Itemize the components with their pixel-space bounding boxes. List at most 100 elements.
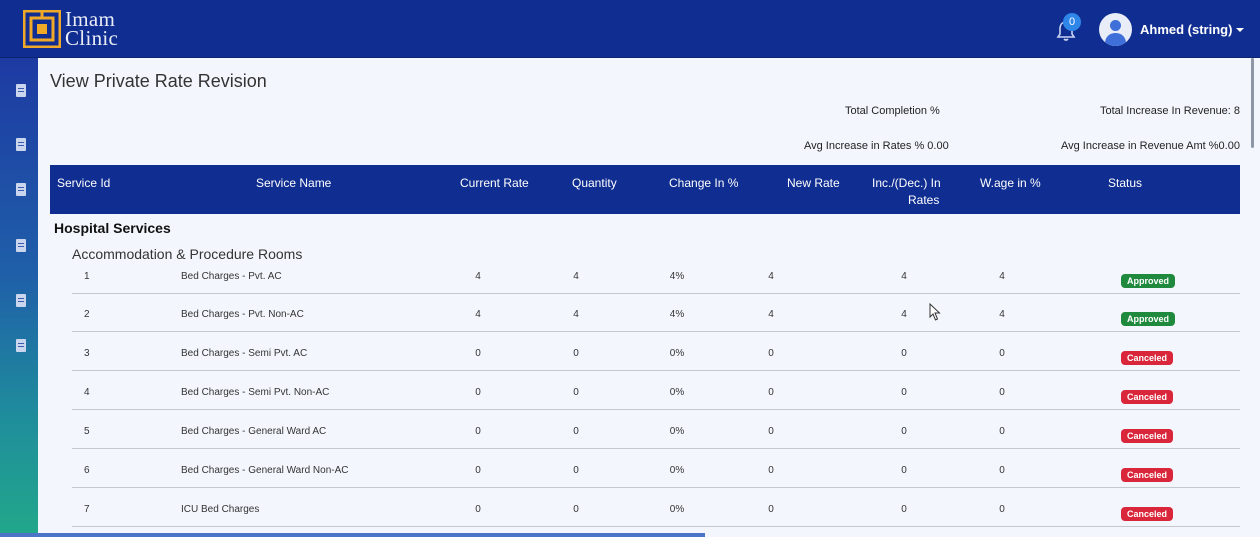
clinic-logo[interactable]: Imam Clinic xyxy=(23,9,119,50)
cell-current-rate: 4 xyxy=(475,309,481,320)
status-badge: Approved xyxy=(1121,274,1176,288)
status-badge: Canceled xyxy=(1121,429,1174,443)
cell-service-id: 3 xyxy=(84,348,90,359)
cell-new-rate: 0 xyxy=(768,348,774,359)
cell-new-rate: 0 xyxy=(768,426,774,437)
bottom-progress-line xyxy=(0,533,705,537)
mouse-cursor-icon xyxy=(929,303,941,321)
cell-new-rate: 4 xyxy=(768,271,774,282)
header-change-percent: Change In % xyxy=(669,176,739,190)
cell-wage: 4 xyxy=(999,309,1005,320)
cell-service-id: 1 xyxy=(84,271,90,282)
header-inc-dec: Inc./(Dec.) In xyxy=(872,176,941,190)
cell-service-name: Bed Charges - Pvt. Non-AC xyxy=(181,309,304,320)
cell-inc-dec: 4 xyxy=(901,309,907,320)
cell-inc-dec: 0 xyxy=(901,426,907,437)
cell-change-percent: 0% xyxy=(669,348,685,359)
status-badge: Approved xyxy=(1121,312,1176,326)
cell-quantity: 0 xyxy=(573,387,579,398)
cell-current-rate: 0 xyxy=(475,465,481,476)
cell-service-id: 6 xyxy=(84,465,90,476)
total-increase-revenue-label: Total Increase In Revenue: 8 xyxy=(1100,105,1241,117)
cell-change-percent: 0% xyxy=(669,426,685,437)
cell-change-percent: 4% xyxy=(669,309,685,320)
header-quantity: Quantity xyxy=(572,176,617,190)
status-badge: Canceled xyxy=(1121,351,1174,365)
cell-service-name: Bed Charges - Pvt. AC xyxy=(181,271,282,282)
cell-service-id: 2 xyxy=(84,309,90,320)
cell-service-id: 7 xyxy=(84,504,90,515)
status-badge: Canceled xyxy=(1121,507,1174,521)
avg-increase-rates-label: Avg Increase in Rates % 0.00 xyxy=(804,140,949,152)
scrollbar[interactable] xyxy=(1251,58,1254,148)
cell-change-percent: 0% xyxy=(669,465,685,476)
table-row[interactable]: 5 Bed Charges - General Ward AC 0 0 0% 0 0 0 Can… xyxy=(72,410,1240,449)
avg-increase-revenue-label: Avg Increase in Revenue Amt %0.00 xyxy=(1061,140,1240,152)
table-row[interactable]: 2 Bed Charges - Pvt. Non-AC 4 4 4% 4 4 4 Approve… xyxy=(72,293,1240,332)
cell-quantity: 0 xyxy=(573,465,579,476)
cell-service-name: Bed Charges - Semi Pvt. Non-AC xyxy=(181,387,330,398)
cell-new-rate: 0 xyxy=(768,465,774,476)
avatar xyxy=(1099,13,1132,46)
header-wage: W.age in % xyxy=(980,176,1041,190)
cell-quantity: 0 xyxy=(573,504,579,515)
cell-change-percent: 0% xyxy=(669,504,685,515)
document-icon[interactable] xyxy=(16,138,26,151)
total-completion-label: Total Completion % xyxy=(845,105,940,117)
cell-service-name: ICU Bed Charges xyxy=(181,504,260,515)
cell-quantity: 4 xyxy=(573,309,579,320)
brand-line-2: Clinic xyxy=(65,26,119,50)
document-icon[interactable] xyxy=(16,84,26,97)
cell-quantity: 0 xyxy=(573,426,579,437)
cell-service-id: 5 xyxy=(84,426,90,437)
cell-new-rate: 4 xyxy=(768,309,774,320)
cell-wage: 0 xyxy=(999,426,1005,437)
table-row[interactable]: 4 Bed Charges - Semi Pvt. Non-AC 0 0 0% 0 0 0 Ca… xyxy=(72,371,1240,410)
cell-inc-dec: 0 xyxy=(901,465,907,476)
cell-current-rate: 4 xyxy=(475,271,481,282)
table-row[interactable]: 6 Bed Charges - General Ward Non-AC 0 0 0% 0 0… xyxy=(72,449,1240,488)
header-service-name: Service Name xyxy=(256,176,332,190)
user-name: Ahmed (string) xyxy=(1140,22,1233,37)
status-badge: Canceled xyxy=(1121,468,1174,482)
cell-inc-dec: 0 xyxy=(901,348,907,359)
table-row[interactable]: 3 Bed Charges - Semi Pvt. AC 0 0 0% 0 0 0 Cancel… xyxy=(72,332,1240,371)
subsection-title: Accommodation & Procedure Rooms xyxy=(72,246,303,262)
status-badge: Canceled xyxy=(1121,390,1174,404)
cell-inc-dec: 0 xyxy=(901,504,907,515)
table-row[interactable]: 7 ICU Bed Charges 0 0 0% 0 0 0 Canceled xyxy=(72,488,1240,527)
table-header: Service Id Service Name Current Rate Qua… xyxy=(50,165,1240,214)
document-icon[interactable] xyxy=(16,294,26,307)
notification-count-badge: 0 xyxy=(1063,13,1081,31)
cell-wage: 0 xyxy=(999,387,1005,398)
brand-name: Imam Clinic xyxy=(65,9,119,50)
cell-new-rate: 0 xyxy=(768,387,774,398)
header-service-id: Service Id xyxy=(57,176,111,190)
document-icon[interactable] xyxy=(16,339,26,352)
user-menu[interactable]: Ahmed (string) xyxy=(1099,13,1245,46)
cell-new-rate: 0 xyxy=(768,504,774,515)
header-new-rate: New Rate xyxy=(787,176,840,190)
cell-service-name: Bed Charges - General Ward Non-AC xyxy=(181,465,349,476)
cell-inc-dec: 4 xyxy=(901,271,907,282)
cell-wage: 0 xyxy=(999,504,1005,515)
sidebar xyxy=(0,58,38,537)
cell-change-percent: 0% xyxy=(669,387,685,398)
top-navbar: Imam Clinic 0 Ahmed (string) xyxy=(0,0,1260,58)
header-current-rate: Current Rate xyxy=(460,176,529,190)
document-icon[interactable] xyxy=(16,239,26,252)
cell-quantity: 0 xyxy=(573,348,579,359)
cell-wage: 0 xyxy=(999,348,1005,359)
cell-change-percent: 4% xyxy=(669,271,685,282)
cell-wage: 4 xyxy=(999,271,1005,282)
cell-quantity: 4 xyxy=(573,271,579,282)
cell-current-rate: 0 xyxy=(475,387,481,398)
cell-current-rate: 0 xyxy=(475,426,481,437)
table-row[interactable]: 1 Bed Charges - Pvt. AC 4 4 4% 4 4 4 Approved xyxy=(72,264,1240,294)
document-icon[interactable] xyxy=(16,183,26,196)
caret-down-icon xyxy=(1236,27,1245,32)
section-title: Hospital Services xyxy=(54,220,171,236)
cell-inc-dec: 0 xyxy=(901,387,907,398)
cell-service-name: Bed Charges - General Ward AC xyxy=(181,426,327,437)
logo-icon xyxy=(23,10,61,48)
